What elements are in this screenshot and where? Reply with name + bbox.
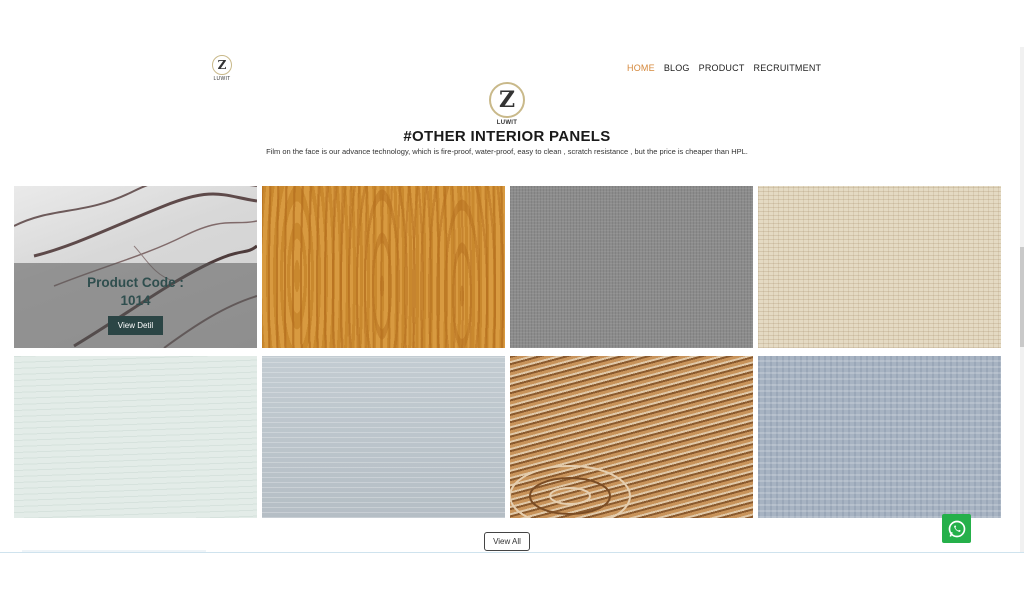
product-code-label: Product Code : [87,275,184,290]
product-code: Product Code : 1014 [14,274,257,310]
scrollbar-thumb[interactable] [1020,247,1024,347]
product-code-number: 1014 [120,293,151,308]
section-logo-mark: Z [489,82,525,118]
nav-blog[interactable]: BLOG [664,63,690,73]
main-nav: HOME BLOG PRODUCT RECRUITMENT [627,63,821,73]
product-tile-beige-linen[interactable] [758,186,1001,348]
header-logo[interactable]: Z LUWIT [211,55,233,82]
section-logo-text: LUWIT [496,120,518,126]
view-all-button[interactable]: View All [484,532,530,551]
logo-text: LUWIT [213,76,231,82]
section-subtitle: Film on the face is our advance technolo… [266,147,748,156]
view-detail-button[interactable]: View Detil [108,316,163,335]
ash-grain [510,465,631,518]
product-tile-ash-wood[interactable] [510,356,753,518]
scrollbar[interactable] [1020,47,1024,552]
product-tile-marble[interactable]: Product Code : 1014 View Detil [14,186,257,348]
product-tile-grey-fabric[interactable] [510,186,753,348]
nav-recruitment[interactable]: RECRUITMENT [754,63,822,73]
product-tile-oak[interactable] [262,186,505,348]
section-logo: Z LUWIT [488,82,526,126]
section-title: #OTHER INTERIOR PANELS [403,128,611,145]
logo-mark: Z [212,55,232,75]
wood-grain [262,186,505,348]
nav-product[interactable]: PRODUCT [699,63,745,73]
nav-home[interactable]: HOME [627,63,655,73]
whatsapp-icon [948,520,965,537]
product-tile-bluegray-wood[interactable] [262,356,505,518]
product-tile-mint-wood[interactable] [14,356,257,518]
product-tile-silver-weave[interactable] [758,356,1001,518]
footer-divider [0,552,1024,553]
whatsapp-button[interactable] [942,514,971,543]
